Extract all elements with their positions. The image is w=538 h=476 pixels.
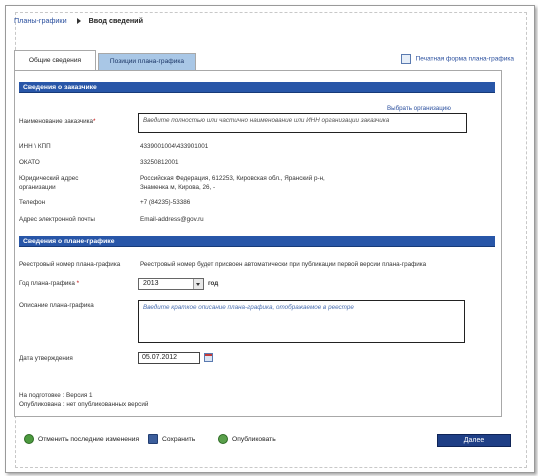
status-published: Опубликована : нет опубликованных версий xyxy=(19,401,149,408)
publish-button[interactable]: Опубликовать xyxy=(218,434,276,445)
customer-name-input[interactable]: Введите полностью или частично наименова… xyxy=(138,113,467,133)
save-icon xyxy=(148,434,158,444)
okato-value: 33250812001 xyxy=(140,159,179,166)
print-form-link[interactable]: Печатная форма плана-графика xyxy=(400,54,514,64)
approval-date-input[interactable]: 05.07.2012 xyxy=(138,352,200,364)
plan-description-placeholder: Введите краткое описание плана-графика, … xyxy=(143,304,354,311)
section-plan-header: Сведения о плане-графике xyxy=(19,236,495,247)
status-preparation: На подготовке : Версия 1 xyxy=(19,392,93,399)
tab-plan-positions[interactable]: Позиции плана-графика xyxy=(98,53,196,70)
cancel-changes-label: Отменить последние изменения xyxy=(38,435,140,443)
section-customer-header: Сведения о заказчике xyxy=(19,82,495,93)
legal-address-label: Юридический адрес организации xyxy=(19,175,79,191)
print-form-icon xyxy=(400,54,411,64)
undo-icon xyxy=(24,434,34,444)
publish-label: Опубликовать xyxy=(232,435,276,443)
plan-description-textarea[interactable]: Введите краткое описание плана-графика, … xyxy=(138,300,465,343)
breadcrumb: Планы-графики Ввод сведений xyxy=(14,16,143,25)
registry-number-label: Реестровый номер плана-графика xyxy=(19,261,121,268)
registry-number-value: Реестровый номер будет присвоен автомати… xyxy=(140,261,427,268)
publish-icon xyxy=(218,434,228,444)
print-form-label: Печатная форма плана-графика xyxy=(415,55,514,63)
phone-label: Телефон xyxy=(19,199,46,206)
customer-name-placeholder: Введите полностью или частично наименова… xyxy=(143,117,390,124)
plan-year-value: 2013 xyxy=(143,280,159,287)
inn-kpp-label: ИНН \ КПП xyxy=(19,143,51,150)
plan-description-label: Описание плана-графика xyxy=(19,302,94,309)
approval-date-label: Дата утверждения xyxy=(19,355,73,362)
save-label: Сохранить xyxy=(162,435,196,443)
calendar-icon[interactable] xyxy=(204,353,213,362)
okato-label: ОКАТО xyxy=(19,159,40,166)
form-panel: Сведения о заказчике Выбрать организацию… xyxy=(14,70,502,417)
email-label: Адрес электронной почты xyxy=(19,216,95,223)
plan-year-select[interactable]: 2013 xyxy=(138,278,204,290)
save-button[interactable]: Сохранить xyxy=(148,434,195,445)
approval-date-value: 05.07.2012 xyxy=(142,354,178,361)
chevron-down-icon[interactable] xyxy=(193,279,203,289)
plan-year-label: Год плана-графика * xyxy=(19,280,80,287)
tab-general-info[interactable]: Общие сведения xyxy=(14,50,96,71)
next-button[interactable]: Далее xyxy=(437,434,511,447)
customer-name-label: Наименование заказчика* xyxy=(19,118,96,125)
breadcrumb-current: Ввод сведений xyxy=(88,16,144,25)
plan-year-suffix: год xyxy=(208,280,219,287)
phone-value: +7 (84235)-53386 xyxy=(140,199,191,206)
email-value: Email-address@gov.ru xyxy=(140,216,204,223)
inn-kpp-value: 4339001004\433901001 xyxy=(140,143,209,150)
breadcrumb-parent-link[interactable]: Планы-графики xyxy=(14,16,67,25)
choose-organization-link[interactable]: Выбрать организацию xyxy=(387,105,451,112)
cancel-changes-button[interactable]: Отменить последние изменения xyxy=(24,434,139,445)
legal-address-value: Российская Федерация, 612253, Кировская … xyxy=(140,175,325,191)
breadcrumb-arrow-icon xyxy=(76,18,81,25)
